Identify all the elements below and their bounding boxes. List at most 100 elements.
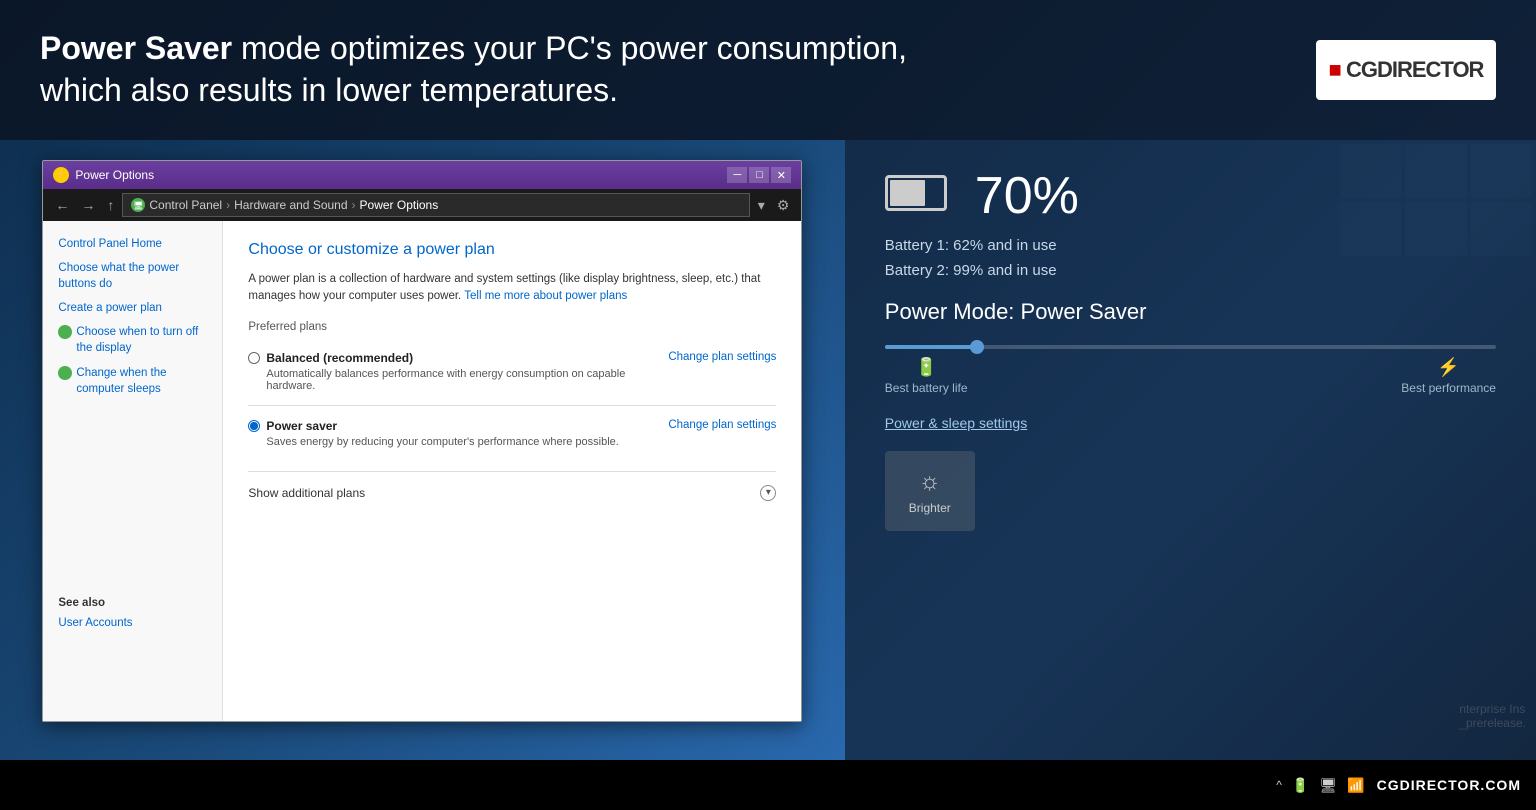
battery-details: Battery 1: 62% and in use Battery 2: 99%… [885, 237, 1496, 279]
power-slider-track[interactable] [885, 345, 1496, 349]
section-divider [248, 471, 776, 472]
plan-desc-balanced: Automatically balances performance with … [266, 368, 648, 392]
plan-item-balanced: Balanced (recommended) Automatically bal… [248, 343, 776, 400]
header-title-bold: Power Saver [40, 30, 232, 66]
power-slider-thumb[interactable] [970, 340, 984, 354]
plan-name-balanced: Balanced (recommended) [266, 351, 413, 365]
breadcrumb-control-panel: Control Panel [149, 198, 222, 212]
logo: ■ CGDIRECTOR [1329, 57, 1484, 83]
dropdown-button[interactable]: ▾ [754, 195, 769, 216]
power-mode-label: Power Mode: Power Saver [885, 299, 1496, 325]
power-label-right: ⚡ Best performance [1401, 357, 1496, 395]
address-text: Control Panel › Hardware and Sound › Pow… [149, 198, 438, 212]
settings-button[interactable]: ⚙ [773, 195, 794, 216]
plan-name-power-saver: Power saver [266, 419, 337, 433]
sidebar-turn-off-display[interactable]: Choose when to turn off the display [58, 324, 207, 356]
titlebar-icon: ⚡ [53, 167, 69, 183]
sidebar-see-also: See also [58, 597, 207, 609]
breadcrumb-hardware: Hardware and Sound [234, 198, 347, 212]
logo-container: ■ CGDIRECTOR [1316, 40, 1496, 100]
plan-left-power-saver: Power saver Saves energy by reducing you… [248, 419, 618, 448]
brightness-label: Brighter [909, 501, 951, 515]
battery2-status: Battery 2: 99% and in use [885, 262, 1496, 279]
battery-body [885, 175, 947, 211]
sidebar-icon-sleep [58, 366, 72, 380]
titlebar-title: Power Options [75, 168, 721, 182]
show-additional-plans[interactable]: Show additional plans ▾ [248, 477, 776, 509]
battery-tip [946, 186, 947, 200]
sidebar-power-buttons[interactable]: Choose what the power buttons do [58, 260, 207, 292]
battery-life-icon: 🔋 [915, 357, 937, 378]
battery-header: 70% [885, 170, 1496, 222]
windows-dialog: ⚡ Power Options ─ □ ✕ ← → ↑ 🖥 Control Pa… [42, 160, 802, 722]
forward-button[interactable]: → [77, 195, 99, 215]
power-slider-container[interactable]: 🔋 Best battery life ⚡ Best performance [885, 345, 1496, 395]
quick-settings-row: ☼ Brighter [885, 451, 1496, 531]
plan-divider [248, 405, 776, 406]
dialog-content: Control Panel Home Choose what the power… [43, 221, 801, 721]
power-sleep-link[interactable]: Power & sleep settings [885, 415, 1496, 431]
breadcrumb-sep1: › [226, 198, 230, 212]
power-slider-labels: 🔋 Best battery life ⚡ Best performance [885, 357, 1496, 395]
battery-fill [890, 180, 925, 206]
dialog-sidebar: Control Panel Home Choose what the power… [43, 221, 223, 721]
change-settings-balanced[interactable]: Change plan settings [668, 351, 776, 363]
back-button[interactable]: ← [51, 195, 73, 215]
minimize-button[interactable]: ─ [727, 167, 747, 183]
sidebar-create-plan[interactable]: Create a power plan [58, 300, 207, 316]
battery-taskbar-icon[interactable]: 🔋 [1292, 777, 1309, 794]
battery-percentage: 70% [975, 170, 1079, 222]
display-taskbar-icon[interactable]: 🖥 [1319, 777, 1337, 794]
plan-name-row-power-saver: Power saver [248, 419, 618, 433]
breadcrumb-power-options: Power Options [360, 198, 439, 212]
preferred-plans-label: Preferred plans [248, 321, 776, 333]
taskbar-brand: CGDIRECTOR.COM [1377, 777, 1521, 793]
best-performance-label: Best performance [1401, 381, 1496, 395]
content-area: ⚡ Power Options ─ □ ✕ ← → ↑ 🖥 Control Pa… [0, 140, 1536, 760]
taskbar-icons: ^ 🔋 🖥 📶 [1276, 777, 1364, 794]
performance-icon: ⚡ [1437, 357, 1459, 378]
sidebar-user-accounts[interactable]: User Accounts [58, 615, 207, 631]
address-bar[interactable]: 🖥 Control Panel › Hardware and Sound › P… [122, 193, 749, 217]
main-title: Choose or customize a power plan [248, 241, 776, 259]
plan-item-power-saver: Power saver Saves energy by reducing you… [248, 411, 776, 456]
dialog-main: Choose or customize a power plan A power… [223, 221, 801, 721]
dialog-titlebar: ⚡ Power Options ─ □ ✕ [43, 161, 801, 189]
header: Power Saver mode optimizes your PC's pow… [0, 0, 1536, 140]
main-description: A power plan is a collection of hardware… [248, 271, 776, 306]
breadcrumb-sep2: › [352, 198, 356, 212]
header-title: Power Saver mode optimizes your PC's pow… [40, 28, 1316, 111]
plan-left-balanced: Balanced (recommended) Automatically bal… [248, 351, 648, 392]
sidebar-control-panel-home[interactable]: Control Panel Home [58, 236, 207, 252]
sidebar-computer-sleeps[interactable]: Change when the computer sleeps [58, 365, 207, 397]
plan-desc-power-saver: Saves energy by reducing your computer's… [266, 436, 618, 448]
plan-name-row-balanced: Balanced (recommended) [248, 351, 648, 365]
radio-power-saver[interactable] [248, 420, 260, 432]
show-additional-label: Show additional plans [248, 486, 365, 500]
right-panel: 70% Battery 1: 62% and in use Battery 2:… [845, 140, 1536, 760]
close-button[interactable]: ✕ [771, 167, 791, 183]
dialog-toolbar: ← → ↑ 🖥 Control Panel › Hardware and Sou… [43, 189, 801, 221]
titlebar-controls: ─ □ ✕ [727, 167, 791, 183]
chevron-down-icon: ▾ [760, 485, 776, 501]
battery1-status: Battery 1: 62% and in use [885, 237, 1496, 254]
power-slider-fill [885, 345, 977, 349]
address-icon: 🖥 [131, 198, 145, 212]
system-tray-expand[interactable]: ^ [1276, 778, 1282, 792]
wifi-taskbar-icon[interactable]: 📶 [1347, 777, 1364, 794]
brightness-tile[interactable]: ☼ Brighter [885, 451, 975, 531]
learn-more-link[interactable]: Tell me more about power plans [464, 290, 627, 302]
change-settings-power-saver[interactable]: Change plan settings [668, 419, 776, 431]
header-text: Power Saver mode optimizes your PC's pow… [40, 28, 1316, 111]
taskbar: ^ 🔋 🖥 📶 CGDIRECTOR.COM [0, 760, 1536, 810]
plan-section: Balanced (recommended) Automatically bal… [248, 343, 776, 456]
left-panel: ⚡ Power Options ─ □ ✕ ← → ↑ 🖥 Control Pa… [0, 140, 845, 760]
battery-icon-large [885, 175, 955, 217]
brightness-icon: ☼ [919, 468, 941, 496]
sidebar-icon-display [58, 325, 72, 339]
radio-balanced[interactable] [248, 352, 260, 364]
maximize-button[interactable]: □ [749, 167, 769, 183]
up-button[interactable]: ↑ [103, 195, 118, 215]
best-battery-label: Best battery life [885, 381, 968, 395]
power-label-left: 🔋 Best battery life [885, 357, 968, 395]
